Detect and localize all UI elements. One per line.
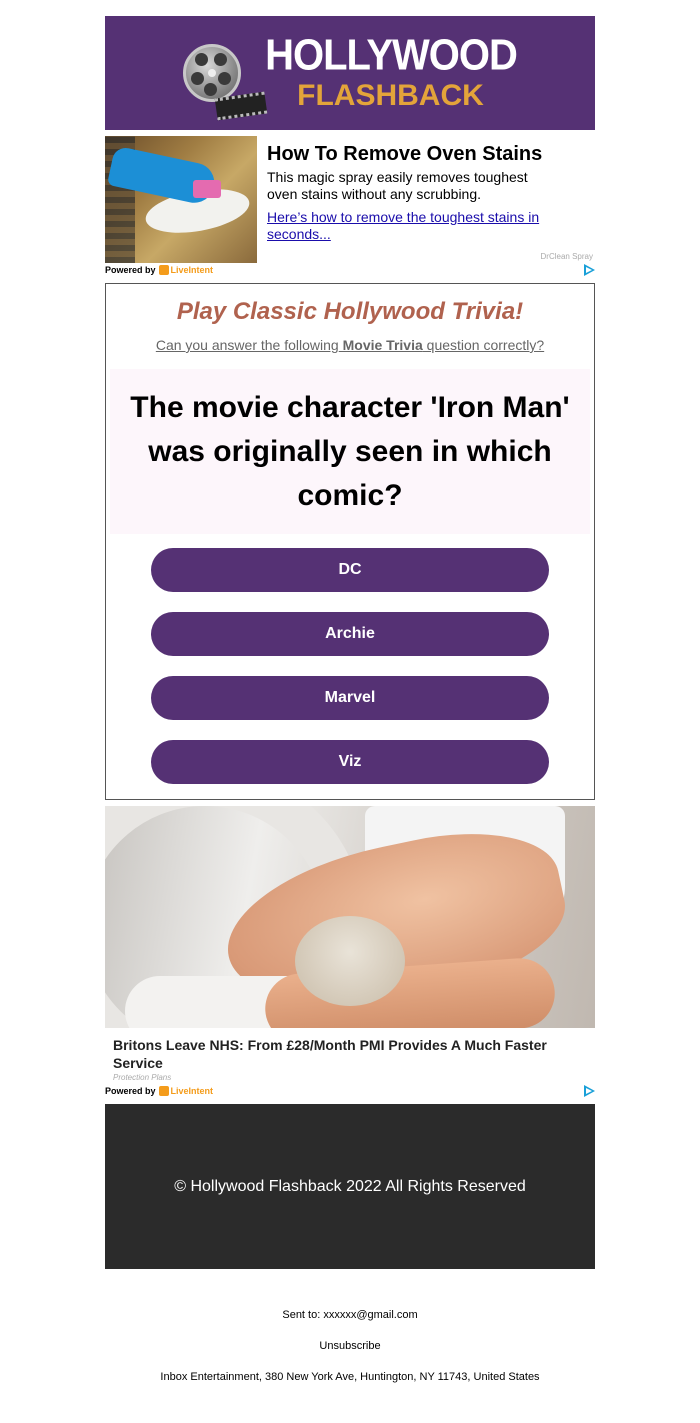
- ad-sponsor: DrClean Spray: [540, 252, 593, 261]
- trivia-card: Play Classic Hollywood Trivia! Can you a…: [105, 283, 595, 800]
- liveintent-logo[interactable]: LiveIntent: [158, 265, 213, 275]
- film-strip-icon: [214, 91, 268, 121]
- question-box: The movie character 'Iron Man' was origi…: [110, 369, 590, 534]
- powered-by-label: Powered by: [105, 265, 156, 275]
- sponsored-ad-top[interactable]: How To Remove Oven Stains This magic spr…: [105, 136, 595, 264]
- liveintent-logo[interactable]: LiveIntent: [158, 1086, 213, 1096]
- adchoices-icon[interactable]: [584, 1085, 595, 1097]
- liveintent-icon: [158, 265, 169, 275]
- question-text: The movie character 'Iron Man' was origi…: [130, 390, 570, 512]
- ad-image[interactable]: [105, 136, 257, 263]
- ad-link[interactable]: Here’s how to remove the toughest stains…: [267, 209, 547, 243]
- ad-bottom-source: Protection Plans: [113, 1073, 172, 1082]
- trivia-subheading[interactable]: Can you answer the following Movie Trivi…: [106, 337, 594, 353]
- answer-button-marvel[interactable]: Marvel: [151, 676, 549, 720]
- logo-subtitle: FLASHBACK: [297, 79, 484, 112]
- header-banner[interactable]: HOLLYWOOD FLASHBACK: [105, 16, 595, 130]
- unsubscribe-link[interactable]: Unsubscribe: [0, 1340, 700, 1352]
- powered-by-bar-bottom: Powered by LiveIntent: [105, 1085, 595, 1097]
- answer-button-dc[interactable]: DC: [151, 548, 549, 592]
- footer-banner: © Hollywood Flashback 2022 All Rights Re…: [105, 1104, 595, 1269]
- film-reel-icon: [183, 44, 268, 121]
- sent-to-text: Sent to: xxxxxx@gmail.com: [282, 1309, 418, 1321]
- company-address: Inbox Entertainment, 380 New York Ave, H…: [160, 1371, 540, 1383]
- adchoices-icon[interactable]: [584, 264, 595, 276]
- liveintent-icon: [158, 1086, 169, 1096]
- answer-button-archie[interactable]: Archie: [151, 612, 549, 656]
- sponsored-ad-image[interactable]: [105, 806, 595, 1028]
- powered-by-label: Powered by: [105, 1086, 156, 1096]
- ad-description[interactable]: This magic spray easily removes toughest…: [267, 169, 557, 203]
- answer-button-viz[interactable]: Viz: [151, 740, 549, 784]
- powered-by-bar: Powered by LiveIntent: [105, 264, 595, 276]
- copyright-text: © Hollywood Flashback 2022 All Rights Re…: [174, 1177, 526, 1195]
- brand-logo[interactable]: HOLLYWOOD FLASHBACK: [183, 30, 518, 121]
- ad-bottom-title[interactable]: Britons Leave NHS: From £28/Month PMI Pr…: [113, 1036, 583, 1072]
- ad-title[interactable]: How To Remove Oven Stains: [267, 143, 542, 166]
- logo-title: HOLLYWOOD: [265, 30, 518, 80]
- trivia-heading[interactable]: Play Classic Hollywood Trivia!: [106, 298, 594, 326]
